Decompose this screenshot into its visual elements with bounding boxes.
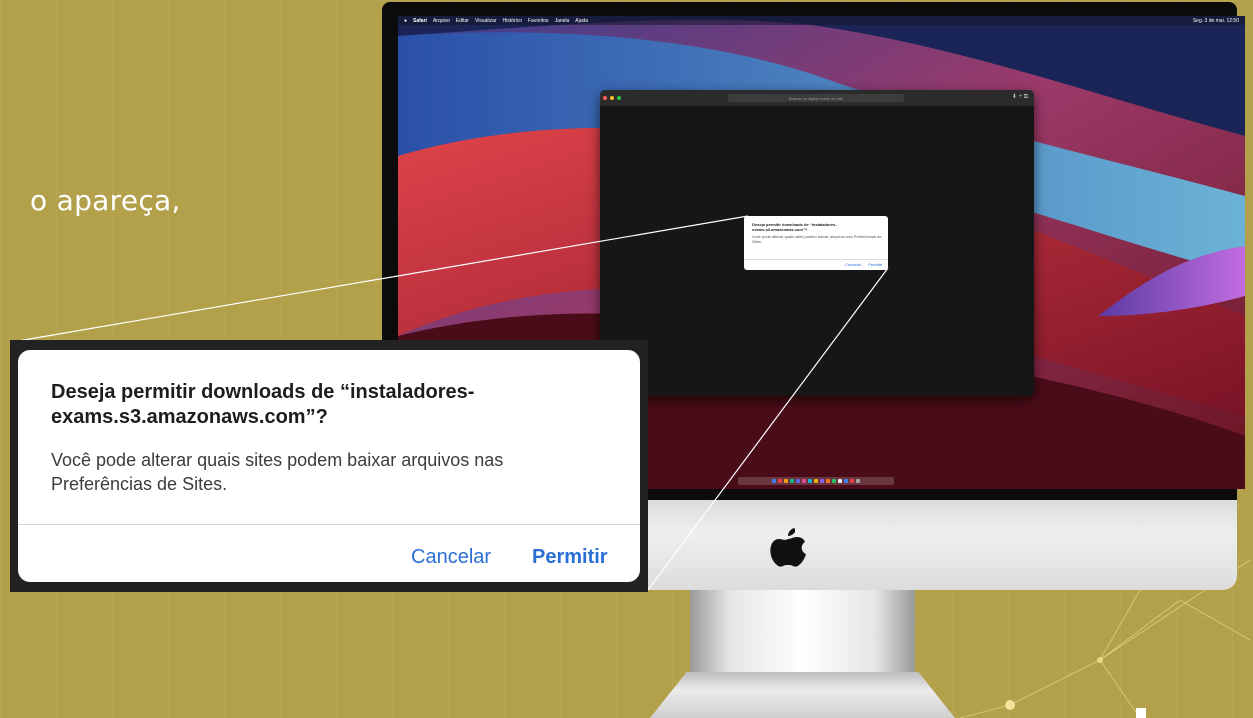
dialog-title-line2: exams.s3.amazonaws.com”? bbox=[51, 406, 328, 428]
dialog-title: Deseja permitir downloads de “instalador… bbox=[51, 380, 571, 430]
allow-button[interactable]: Permitir bbox=[532, 546, 608, 569]
dialog-body: Você pode alterar quais sites podem baix… bbox=[51, 448, 591, 496]
dialog-divider bbox=[18, 524, 640, 525]
dialog-title-line1: Deseja permitir downloads de “instalador… bbox=[51, 381, 475, 403]
dialog-body-line2: Preferências de Sites. bbox=[51, 474, 228, 494]
dialog-body-line1: Você pode alterar quais sites podem baix… bbox=[51, 450, 504, 470]
download-permission-dialog: Deseja permitir downloads de “instalador… bbox=[18, 350, 640, 582]
cancel-button[interactable]: Cancelar bbox=[411, 546, 491, 569]
